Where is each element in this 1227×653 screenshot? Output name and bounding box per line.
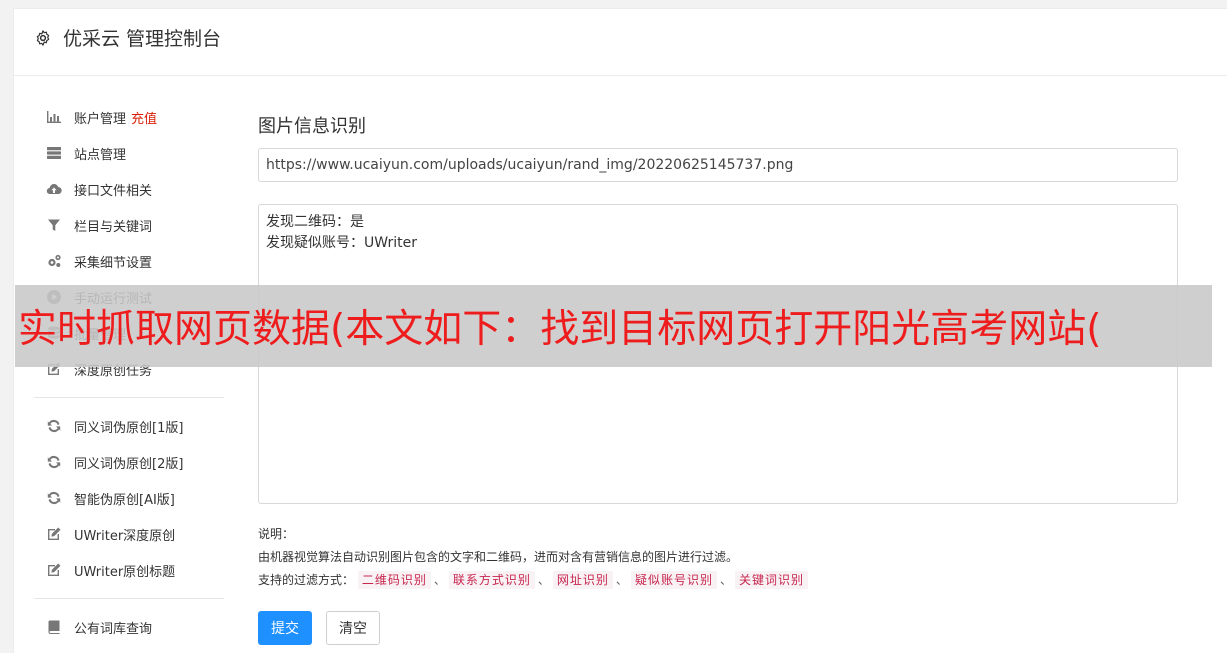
cloud-upload-icon — [44, 181, 64, 197]
sidebar-item[interactable]: 公有词库查询 — [34, 609, 224, 645]
notes-description: 由机器视觉算法自动识别图片包含的文字和二维码，进而对含有营销信息的图片进行过滤。 — [258, 550, 739, 564]
tag-separator: 、 — [537, 573, 550, 587]
clear-button[interactable]: 清空 — [326, 611, 380, 645]
sidebar-item-label: 栏目与关键词 — [74, 219, 153, 235]
filter-tag: 二维码识别 — [357, 571, 431, 589]
notes-title: 说明： — [258, 527, 295, 541]
filter-methods: 支持的过滤方式： 二维码识别、联系方式识别、网址识别、疑似账号识别、关键词识别 — [258, 569, 808, 592]
sidebar-item[interactable]: 采集细节设置 — [34, 243, 224, 279]
filter-tag: 网址识别 — [552, 571, 613, 589]
edit-icon — [44, 526, 64, 542]
filter-tag: 联系方式识别 — [448, 571, 535, 589]
sidebar-item-label: 同义词伪原创[2版] — [74, 456, 184, 472]
filter-label: 支持的过滤方式： — [258, 573, 355, 587]
filter-tag: 关键词识别 — [734, 571, 808, 589]
sidebar-item[interactable]: 站点管理 — [34, 135, 224, 171]
sidebar-item[interactable]: 同义词伪原创[1版] — [34, 408, 224, 444]
sidebar-item[interactable]: UWriter原创标题 — [34, 552, 224, 588]
sidebar-nav: 账户管理充值站点管理接口文件相关栏目与关键词采集细节设置手动运行测试批量管理深度… — [34, 99, 224, 645]
watermark-banner: 实时抓取网页数据(本文如下：找到目标网页打开阳光高考网站( — [15, 285, 1212, 367]
result-line: 发现二维码：是 — [266, 214, 364, 230]
book-icon — [44, 619, 64, 635]
sidebar-divider — [34, 598, 224, 599]
filter-tag: 疑似账号识别 — [630, 571, 717, 589]
sidebar-item[interactable]: 栏目与关键词 — [34, 207, 224, 243]
sidebar-item-label: 公有词库查询 — [74, 621, 153, 637]
gear-icon — [36, 30, 50, 46]
notes-block: 说明： 由机器视觉算法自动识别图片包含的文字和二维码，进而对含有营销信息的图片进… — [258, 523, 808, 592]
refresh-icon — [44, 418, 64, 434]
sidebar-divider — [34, 397, 224, 398]
bar-chart-icon — [44, 109, 64, 125]
watermark-text: 实时抓取网页数据(本文如下：找到目标网页打开阳光高考网站( — [18, 307, 1102, 352]
refresh-icon — [44, 454, 64, 470]
sidebar-item[interactable]: 智能伪原创[AI版] — [34, 480, 224, 516]
sidebar-item[interactable]: 账户管理 充值 — [34, 99, 224, 135]
sidebar-item-label: 采集细节设置 — [74, 255, 153, 271]
sidebar-item-label: UWriter深度原创 — [74, 528, 176, 544]
cogs-icon — [44, 253, 64, 269]
edit-icon — [44, 562, 64, 578]
server-icon — [44, 145, 64, 161]
tag-separator: 、 — [615, 573, 628, 587]
sidebar-item[interactable]: UWriter深度原创 — [34, 516, 224, 552]
page-header: 优采云 管理控制台 — [14, 9, 1227, 76]
sidebar-item-label: 同义词伪原创[1版] — [74, 420, 184, 436]
tag-separator: 、 — [719, 573, 732, 587]
submit-button[interactable]: 提交 — [258, 611, 312, 645]
image-url-input[interactable] — [258, 148, 1178, 182]
sidebar-item-label: UWriter原创标题 — [74, 564, 176, 580]
tag-separator: 、 — [433, 573, 446, 587]
sidebar-item-label: 账户管理 — [74, 111, 127, 127]
page-title: 优采云 管理控制台 — [63, 28, 222, 50]
result-line: 发现疑似账号：UWriter — [266, 235, 417, 251]
sidebar-item-label: 站点管理 — [74, 147, 127, 163]
recharge-link[interactable]: 充值 — [131, 108, 157, 127]
section-title: 图片信息识别 — [258, 116, 366, 137]
sidebar-item[interactable]: 同义词伪原创[2版] — [34, 444, 224, 480]
filter-icon — [44, 217, 64, 233]
sidebar-item[interactable]: 接口文件相关 — [34, 171, 224, 207]
sidebar-item-label: 智能伪原创[AI版] — [74, 492, 175, 508]
refresh-icon — [44, 490, 64, 506]
sidebar-item-label: 接口文件相关 — [74, 183, 153, 199]
